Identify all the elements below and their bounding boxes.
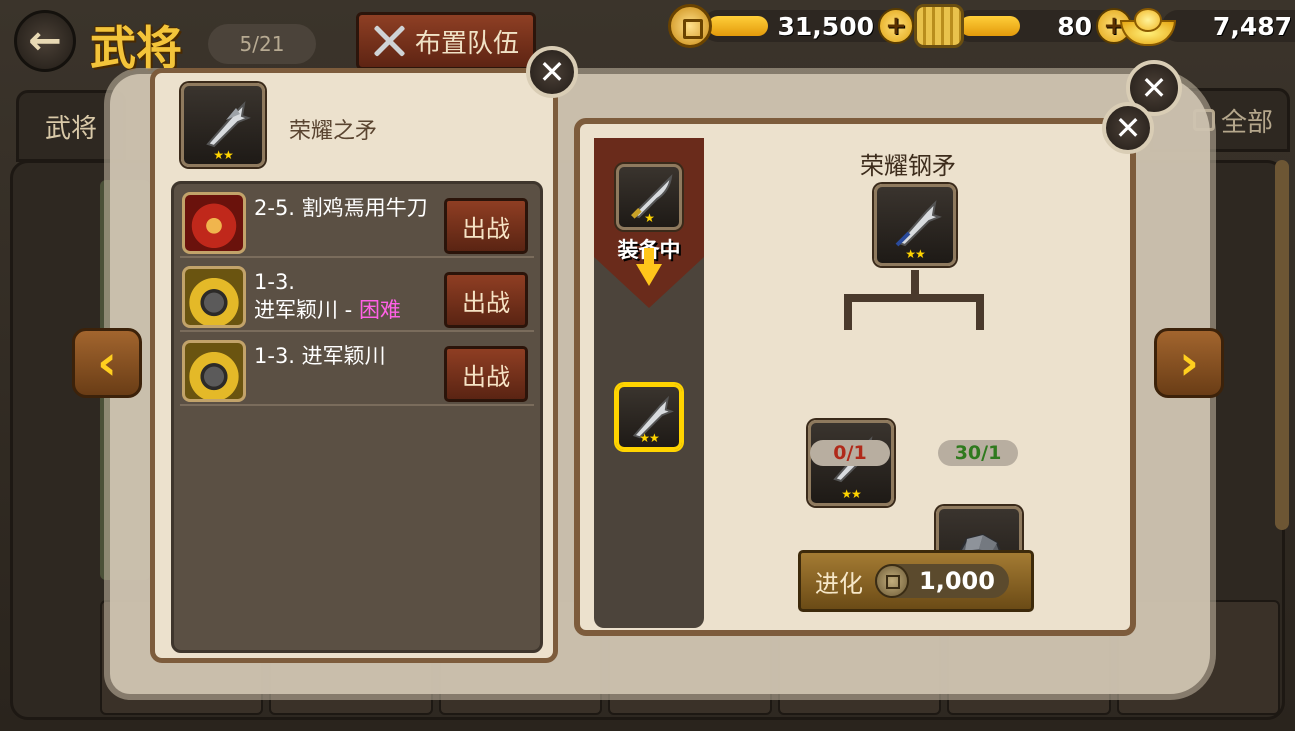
- back-arrow-icon: ←: [28, 18, 62, 64]
- item-stars: ★★: [213, 148, 234, 162]
- result-item-slot[interactable]: ★★: [874, 184, 956, 266]
- selected-stars: ★★: [639, 431, 660, 445]
- arrow-down-icon: [636, 248, 662, 286]
- stage-name: 进军颖川 -: [254, 298, 359, 322]
- arrange-team-label: 布置队伍: [415, 28, 520, 59]
- hard-tag: 困难: [358, 298, 401, 322]
- scrolls-bar: 80 +: [954, 8, 1132, 44]
- back-button[interactable]: ←: [14, 10, 76, 72]
- evolve-cost: 1,000: [875, 564, 1009, 598]
- material-count-spear: 0/1: [810, 440, 890, 466]
- stage-text: 2-5. 割鸡焉用牛刀: [254, 194, 428, 222]
- stage-text: 1-3. 进军颖川 - 困难: [254, 268, 401, 324]
- item-name: 荣耀之矛: [289, 119, 378, 144]
- material-stars: ★★: [841, 487, 862, 501]
- scrolls-value: 80: [1057, 11, 1092, 41]
- steel-spear-icon: [895, 200, 942, 247]
- coin-icon: [668, 4, 712, 48]
- gold-bar: 7,487 +: [1162, 10, 1295, 42]
- item-source-popup: ★★ 荣耀之矛 2-5. 割鸡焉用牛刀 出战 1-3. 进军颖川 - 困难 出战…: [150, 68, 558, 663]
- evolve-button[interactable]: 进化 1,000: [798, 550, 1034, 612]
- next-button[interactable]: ›: [1154, 328, 1224, 398]
- stage-row: 1-3. 进军颖川 出战: [180, 336, 534, 406]
- scrollbar[interactable]: [1275, 160, 1289, 530]
- close-evolution-popup-button[interactable]: ✕: [1102, 102, 1154, 154]
- item-slot: ★★: [181, 83, 265, 167]
- stage-subtitle: 进军颖川 - 困难: [254, 296, 401, 324]
- tree-connector: [844, 294, 984, 302]
- equipped-stars: ★: [644, 211, 655, 225]
- equipped-column: ★ 装备中 ★★: [594, 138, 704, 628]
- coins-value: 31,500: [777, 11, 874, 41]
- hero-counter: 5/21: [208, 24, 316, 64]
- result-item-name: 荣耀钢矛: [860, 152, 956, 180]
- stage-text: 1-3. 进军颖川: [254, 342, 386, 370]
- tab-all-label: 全部: [1220, 107, 1273, 138]
- evolve-cost-value: 1,000: [919, 567, 995, 595]
- fight-button[interactable]: 出战: [444, 272, 528, 328]
- close-icon: ✕: [1140, 69, 1168, 107]
- stage-row: 1-3. 进军颖川 - 困难 出战: [180, 262, 534, 332]
- material-count: 0/1: [833, 442, 867, 464]
- tree-connector: [976, 294, 984, 330]
- yellow-turban-avatar: [182, 340, 246, 402]
- result-stars: ★★: [905, 247, 926, 261]
- previous-button[interactable]: ‹: [72, 328, 142, 398]
- evolution-popup: ★ 装备中 ★★ 荣耀钢矛 ★★ ★★ 0/1 30/1 进化 1,000: [574, 118, 1136, 636]
- currency-scrolls: 80 +: [914, 4, 1132, 48]
- currency-coins: 31,500 +: [668, 4, 914, 48]
- yellow-turban-avatar: [182, 266, 246, 328]
- stage-title: 1-3.: [254, 270, 295, 294]
- gold-value: 7,487: [1212, 11, 1292, 41]
- stage-title: 2-5. 割鸡焉用牛刀: [254, 196, 428, 220]
- currency-gold: 7,487 +: [1120, 6, 1295, 46]
- coins-fill: [708, 16, 768, 36]
- selected-item-slot[interactable]: ★★: [616, 384, 682, 450]
- coins-bar: 31,500 +: [702, 8, 914, 44]
- stage-title: 1-3. 进军颖川: [254, 344, 386, 368]
- chevron-left-icon: ‹: [97, 335, 117, 391]
- fight-button[interactable]: 出战: [444, 198, 528, 254]
- coin-icon: [875, 564, 909, 598]
- tree-connector: [844, 294, 852, 330]
- stage-list: 2-5. 割鸡焉用牛刀 出战 1-3. 进军颖川 - 困难 出战 1-3. 进军…: [171, 181, 543, 653]
- add-coins-button[interactable]: +: [878, 8, 914, 44]
- equipped-item-slot[interactable]: ★: [616, 164, 682, 230]
- close-icon: ✕: [538, 53, 566, 91]
- gold-ingot-icon: [1120, 6, 1176, 46]
- material-count-ore: 30/1: [938, 440, 1018, 466]
- crossed-swords-icon: [369, 21, 409, 61]
- chevron-right-icon: ›: [1179, 335, 1199, 391]
- spear-icon: [206, 101, 251, 148]
- fight-button[interactable]: 出战: [444, 346, 528, 402]
- scrolls-fill: [960, 16, 1020, 36]
- close-icon: ✕: [1114, 109, 1142, 147]
- scroll-icon: [914, 4, 964, 48]
- stage-row: 2-5. 割鸡焉用牛刀 出战: [180, 188, 534, 258]
- material-count: 30/1: [954, 442, 1002, 464]
- arrange-team-button[interactable]: 布置队伍: [356, 12, 536, 70]
- evolve-label: 进化: [815, 569, 863, 598]
- red-general-avatar: [182, 192, 246, 254]
- close-source-popup-button[interactable]: ✕: [526, 46, 578, 98]
